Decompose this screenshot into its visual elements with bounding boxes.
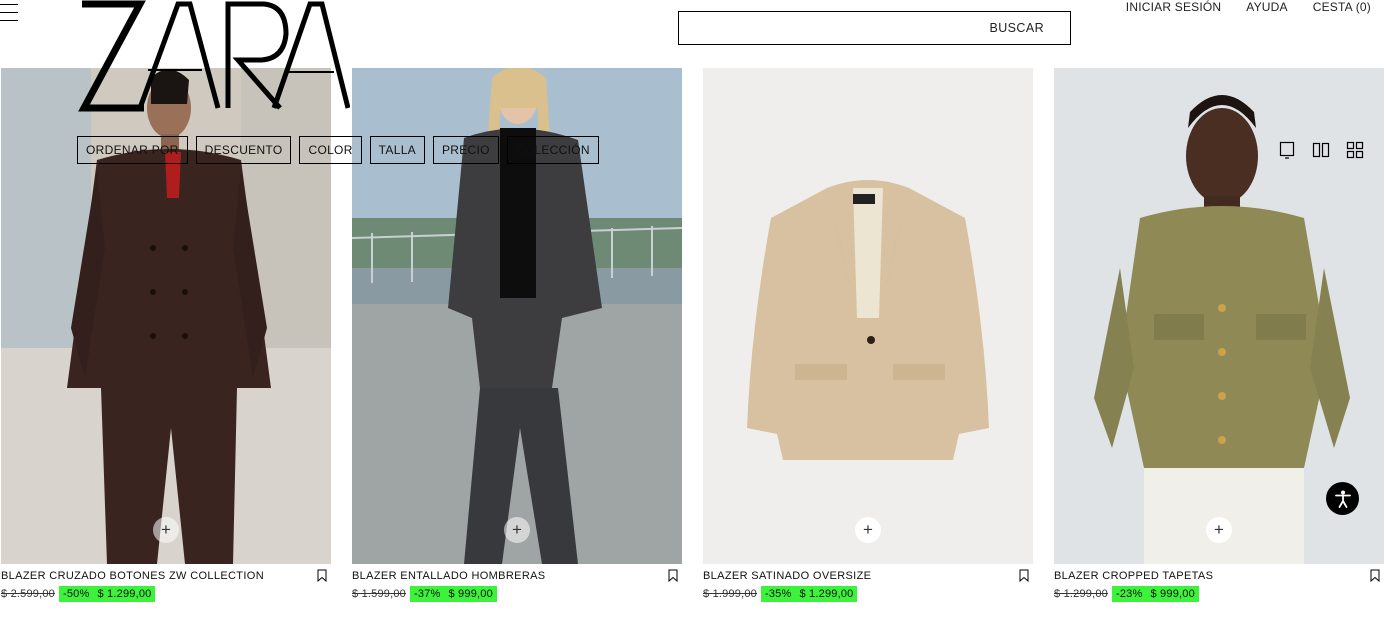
discount-badge: -23% [1116,588,1143,600]
help-link[interactable]: AYUDA [1246,0,1287,14]
old-price: $ 1.299,00 [1054,588,1108,600]
zara-logo[interactable] [78,0,351,112]
grid-view-icon[interactable] [1346,141,1364,159]
login-link[interactable]: INICIAR SESIÓN [1126,0,1221,14]
old-price: $ 1.999,00 [703,588,757,600]
product-prices: $ 1.299,00 -23% $ 999,00 [1054,586,1199,602]
old-price: $ 2.599,00 [1,588,55,600]
discount-badge: -37% [414,588,441,600]
filter-price[interactable]: PRECIO [432,136,499,164]
discount-highlight: -50% $ 1.299,00 [59,586,156,602]
bookmark-icon[interactable] [317,569,327,582]
header-links: INICIAR SESIÓN AYUDA CESTA (0) [1126,0,1371,14]
product-image[interactable]: + [703,68,1033,564]
add-to-cart-button[interactable]: + [855,517,881,543]
current-price: $ 1.299,00 [799,588,854,600]
bookmark-icon[interactable] [1370,569,1380,582]
add-to-cart-button[interactable]: + [153,517,179,543]
single-column-view-icon[interactable] [1278,141,1296,159]
filter-size[interactable]: TALLA [369,136,425,164]
bookmark-icon[interactable] [1019,569,1029,582]
product-prices: $ 1.999,00 -35% $ 1.299,00 [703,586,858,602]
accessibility-icon [1334,490,1351,508]
current-price: $ 999,00 [448,588,493,600]
product-card[interactable]: + BLAZER SATINADO OVERSIZE $ 1.999,00 -3… [703,68,1033,604]
search-input[interactable]: BUSCAR [678,11,1071,45]
product-name[interactable]: BLAZER ENTALLADO HOMBRERAS [352,570,546,582]
menu-icon[interactable] [0,4,20,22]
product-name[interactable]: BLAZER SATINADO OVERSIZE [703,570,871,582]
cart-link[interactable]: CESTA (0) [1313,0,1371,14]
product-name[interactable]: BLAZER CRUZADO BOTONES ZW COLLECTION [1,570,264,582]
two-column-view-icon[interactable] [1312,141,1330,159]
discount-badge: -50% [63,588,90,600]
discount-highlight: -23% $ 999,00 [1112,586,1199,602]
discount-highlight: -35% $ 1.299,00 [761,586,858,602]
filter-sort[interactable]: ORDENAR POR [77,136,188,164]
bookmark-icon[interactable] [668,569,678,582]
search-label: BUSCAR [989,21,1044,35]
discount-badge: -35% [765,588,792,600]
view-toggle [1278,141,1364,159]
accessibility-button[interactable] [1326,482,1359,515]
add-to-cart-button[interactable]: + [1206,517,1232,543]
discount-highlight: -37% $ 999,00 [410,586,497,602]
product-prices: $ 2.599,00 -50% $ 1.299,00 [1,586,156,602]
product-name[interactable]: BLAZER CROPPED TAPETAS [1054,570,1213,582]
filter-color[interactable]: COLOR [299,136,362,164]
add-to-cart-button[interactable]: + [504,517,530,543]
old-price: $ 1.599,00 [352,588,406,600]
current-price: $ 999,00 [1150,588,1195,600]
filter-collection[interactable]: COLECCIÓN [506,136,599,164]
filter-bar: ORDENAR POR DESCUENTO COLOR TALLA PRECIO… [77,136,599,164]
product-prices: $ 1.599,00 -37% $ 999,00 [352,586,497,602]
current-price: $ 1.299,00 [97,588,152,600]
filter-discount[interactable]: DESCUENTO [195,136,292,164]
